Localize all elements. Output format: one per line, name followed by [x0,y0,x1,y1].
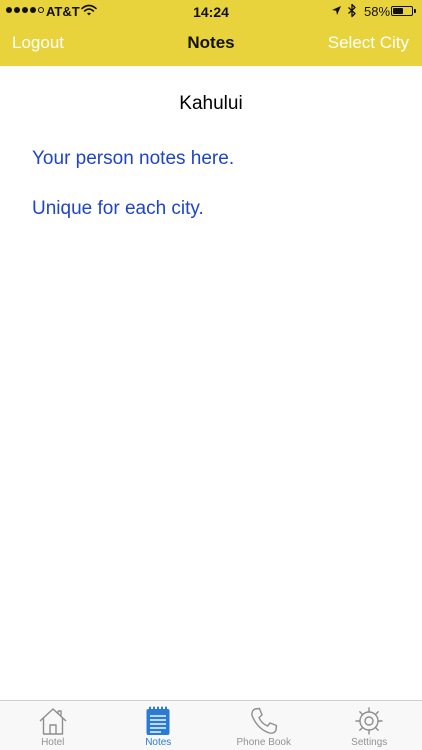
notepad-icon [146,706,170,735]
logout-button[interactable]: Logout [12,33,64,53]
tab-label: Phone Book [236,737,292,748]
tab-hotel[interactable]: Hotel [0,701,106,750]
phone-icon [250,707,277,734]
battery-icon [391,6,416,16]
tab-notes[interactable]: Notes [106,701,212,750]
tab-bar: Hotel Notes Phone Book Settings [0,700,422,750]
tab-label: Settings [351,737,388,748]
select-city-button[interactable]: Select City [328,33,409,53]
tab-label: Hotel [41,737,65,748]
tab-label: Notes [145,737,172,748]
location-arrow-icon [332,6,341,15]
battery-fill [393,8,404,14]
note-line: Your person notes here. [32,148,235,169]
status-bar: AT&T 14:24 58% [0,0,422,22]
note-line: Unique for each city. [32,198,204,219]
bluetooth-icon [348,3,356,18]
notes-text-area[interactable]: Your person notes here. Unique for each … [32,147,402,221]
house-icon [39,708,67,735]
header: AT&T 14:24 58% Logout Notes Select City [0,0,422,66]
battery-percentage: 58% [364,4,391,19]
tab-settings[interactable]: Settings [317,701,422,750]
status-time: 14:24 [193,4,229,20]
navigation-bar: Logout Notes Select City [0,22,422,66]
city-name: Kahului [179,93,243,114]
tab-phone-book[interactable]: Phone Book [211,701,317,750]
gear-icon [355,707,383,735]
battery-tip [414,9,416,13]
